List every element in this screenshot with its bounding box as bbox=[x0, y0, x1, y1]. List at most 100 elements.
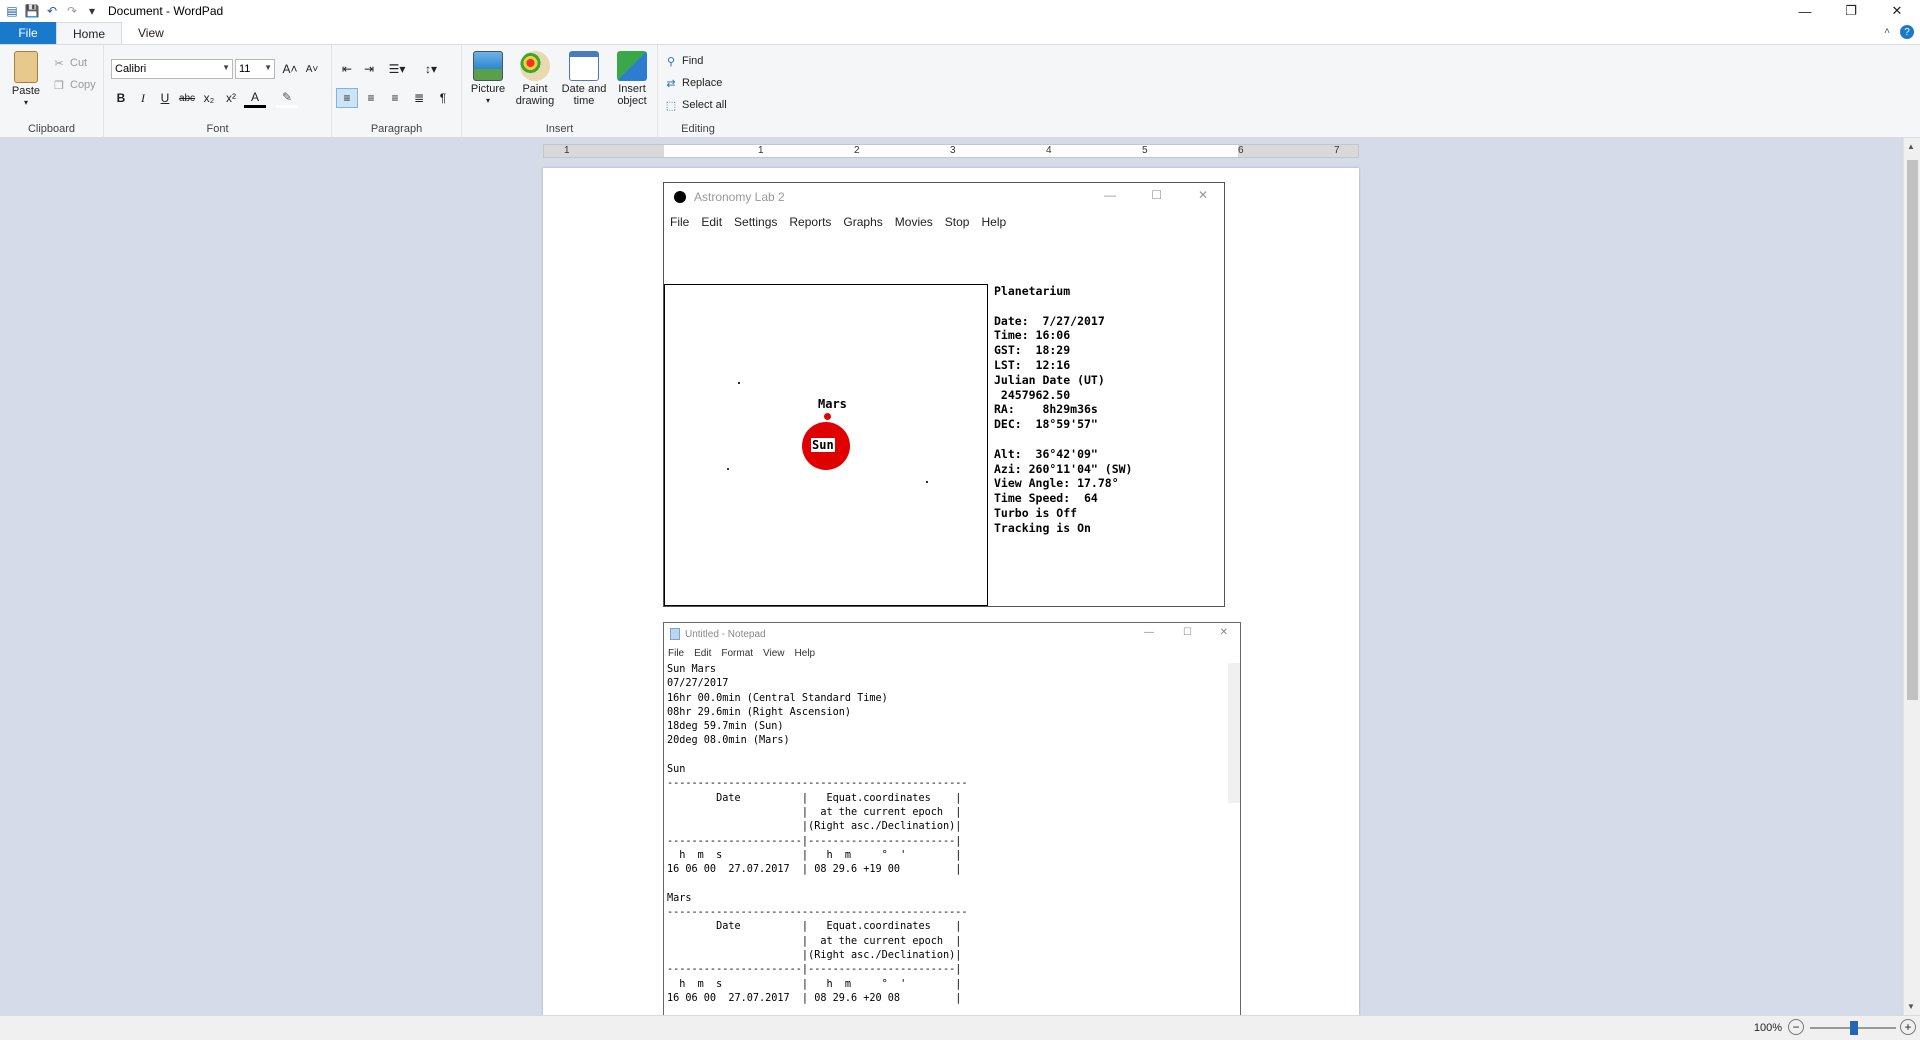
zoom-slider-thumb[interactable] bbox=[1850, 1021, 1858, 1035]
planetarium-sky-view: Mars Sun bbox=[664, 284, 988, 606]
astro-menu-help: Help bbox=[981, 215, 1007, 229]
picture-icon bbox=[473, 51, 503, 81]
notepad-menu-edit: Edit bbox=[694, 647, 712, 659]
align-left-icon[interactable]: ≡ bbox=[336, 88, 358, 108]
astro-menu-file: File bbox=[670, 215, 690, 229]
ruler-number: 4 bbox=[1046, 145, 1052, 156]
grow-font-button[interactable]: A˄ bbox=[279, 59, 301, 79]
text-color-button[interactable]: A bbox=[244, 88, 266, 108]
bold-button[interactable]: B bbox=[110, 88, 132, 108]
minimize-button[interactable]: — bbox=[1782, 0, 1828, 22]
notepad-image[interactable]: Untitled - Notepad — ☐ ✕ File Edit Forma… bbox=[663, 622, 1241, 1015]
star-dot bbox=[727, 468, 729, 470]
wordpad-app-icon[interactable]: ▤ bbox=[4, 3, 20, 19]
scrollbar-thumb[interactable] bbox=[1907, 160, 1918, 700]
redo-icon[interactable]: ↷ bbox=[64, 3, 80, 19]
scroll-up-icon[interactable]: ▲ bbox=[1907, 142, 1915, 151]
copy-icon: ❐ bbox=[54, 79, 64, 92]
astro-menu-bar: File Edit Settings Reports Graphs Movies… bbox=[664, 211, 1224, 233]
italic-button[interactable]: I bbox=[132, 88, 154, 108]
ruler-number: 6 bbox=[1238, 145, 1244, 156]
notepad-menu-bar: File Edit Format View Help bbox=[664, 645, 1240, 661]
sun-label: Sun bbox=[811, 438, 835, 452]
insert-label: Insert bbox=[545, 123, 574, 135]
paste-button[interactable]: Paste ▾ bbox=[8, 51, 44, 109]
notepad-text-content: Sun Mars 07/27/2017 16hr 00.0min (Centra… bbox=[667, 664, 968, 1004]
window-title: Document - WordPad bbox=[108, 4, 224, 18]
paragraph-group: ⇤ ⇥ ☰▾ ↕▾ ≡ ≡ ≡ ≣ ¶ Paragraph bbox=[332, 45, 462, 138]
copy-button[interactable]: ❐ Copy bbox=[52, 75, 96, 95]
date-time-button[interactable]: Date and time bbox=[558, 51, 610, 107]
strikethrough-button[interactable]: abc bbox=[176, 88, 198, 108]
picture-button[interactable]: Picture ▾ bbox=[468, 51, 508, 107]
document-page[interactable]: Astronomy Lab 2 — ☐ ✕ File Edit Settings… bbox=[543, 168, 1359, 1015]
highlight-button[interactable]: ✎ bbox=[276, 88, 298, 108]
help-icon[interactable]: ? bbox=[1900, 25, 1914, 39]
maximize-icon: ☐ bbox=[1183, 627, 1192, 638]
insert-group: Picture ▾ Paint drawing Date and time In… bbox=[462, 45, 658, 138]
paragraph-settings-icon[interactable]: ¶ bbox=[432, 88, 454, 108]
ribbon: Paste ▾ ✂ Cut ❐ Copy Clipboard Calibri ▼ … bbox=[0, 44, 1920, 138]
notepad-menu-view: View bbox=[763, 647, 785, 659]
notepad-menu-file: File bbox=[668, 647, 685, 659]
mars-label: Mars bbox=[818, 397, 847, 411]
scissors-icon: ✂ bbox=[54, 57, 64, 70]
subscript-button[interactable]: x₂ bbox=[198, 88, 220, 108]
replace-button[interactable]: ⇄ Replace bbox=[664, 73, 722, 93]
customize-qat-icon[interactable]: ▾ bbox=[84, 3, 100, 19]
ruler-left-margin bbox=[544, 145, 664, 157]
ruler[interactable]: 1 1 2 3 4 5 6 7 bbox=[543, 144, 1359, 158]
ribbon-tabs: File Home View ˄ ? bbox=[0, 22, 1920, 44]
astro-menu-reports: Reports bbox=[789, 215, 832, 229]
undo-icon[interactable]: ↶ bbox=[44, 3, 60, 19]
font-group: Calibri ▼ 11 ▼ A˄ A˅ B I U abc x₂ x² A ✎ F… bbox=[104, 45, 332, 138]
underline-button[interactable]: U bbox=[154, 88, 176, 108]
decrease-indent-icon[interactable]: ⇤ bbox=[336, 59, 358, 79]
title-bar: ▤ 💾 ↶ ↷ ▾ Document - WordPad — ❐ ✕ bbox=[0, 0, 1920, 22]
ruler-number: 3 bbox=[950, 145, 956, 156]
increase-indent-icon[interactable]: ⇥ bbox=[358, 59, 380, 79]
close-button[interactable]: ✕ bbox=[1874, 0, 1920, 22]
tab-file[interactable]: File bbox=[0, 22, 56, 44]
vertical-scrollbar[interactable]: ▲ ▼ bbox=[1903, 138, 1920, 1015]
scroll-down-icon[interactable]: ▼ bbox=[1907, 1002, 1915, 1011]
paint-drawing-button[interactable]: Paint drawing bbox=[512, 51, 558, 107]
close-icon: ✕ bbox=[1219, 627, 1228, 638]
collapse-ribbon-icon[interactable]: ˄ bbox=[1884, 26, 1890, 37]
justify-icon[interactable]: ≣ bbox=[408, 88, 430, 108]
line-spacing-icon[interactable]: ↕▾ bbox=[416, 59, 446, 79]
superscript-button[interactable]: x² bbox=[220, 88, 242, 108]
tab-home[interactable]: Home bbox=[56, 22, 123, 44]
shrink-font-button[interactable]: A˅ bbox=[301, 59, 323, 79]
find-button[interactable]: ⚲ Find bbox=[664, 51, 703, 71]
ruler-number: 5 bbox=[1142, 145, 1148, 156]
object-icon bbox=[617, 51, 647, 81]
zoom-out-button[interactable]: − bbox=[1788, 1019, 1804, 1035]
save-icon[interactable]: 💾 bbox=[24, 3, 40, 19]
astro-title-bar: Astronomy Lab 2 — ☐ ✕ bbox=[664, 183, 1224, 211]
align-center-icon[interactable]: ≡ bbox=[360, 88, 382, 108]
chevron-down-icon: ▼ bbox=[222, 63, 230, 72]
align-right-icon[interactable]: ≡ bbox=[384, 88, 406, 108]
ruler-right-margin bbox=[1238, 145, 1358, 157]
astro-menu-stop: Stop bbox=[944, 215, 970, 229]
select-all-button[interactable]: ⬚ Select all bbox=[664, 95, 727, 115]
insert-object-button[interactable]: Insert object bbox=[610, 51, 654, 107]
maximize-icon: ☐ bbox=[1151, 188, 1162, 202]
notepad-menu-format: Format bbox=[721, 647, 754, 659]
astro-menu-movies: Movies bbox=[894, 215, 933, 229]
close-icon: ✕ bbox=[1197, 188, 1208, 202]
chevron-down-icon: ▼ bbox=[264, 63, 272, 72]
font-family-select[interactable]: Calibri ▼ bbox=[111, 59, 233, 79]
tab-view[interactable]: View bbox=[122, 22, 180, 44]
notepad-scrollbar bbox=[1228, 663, 1240, 803]
zoom-in-button[interactable]: + bbox=[1900, 1019, 1916, 1035]
ruler-number: 1 bbox=[758, 145, 764, 156]
star-dot bbox=[926, 481, 928, 483]
font-size-select[interactable]: 11 ▼ bbox=[235, 59, 275, 79]
restore-button[interactable]: ❐ bbox=[1828, 0, 1874, 22]
replace-icon: ⇄ bbox=[666, 77, 676, 90]
cut-button[interactable]: ✂ Cut bbox=[52, 53, 87, 73]
astronomy-lab-image[interactable]: Astronomy Lab 2 — ☐ ✕ File Edit Settings… bbox=[663, 182, 1225, 607]
bullet-list-icon[interactable]: ☰▾ bbox=[382, 59, 412, 79]
